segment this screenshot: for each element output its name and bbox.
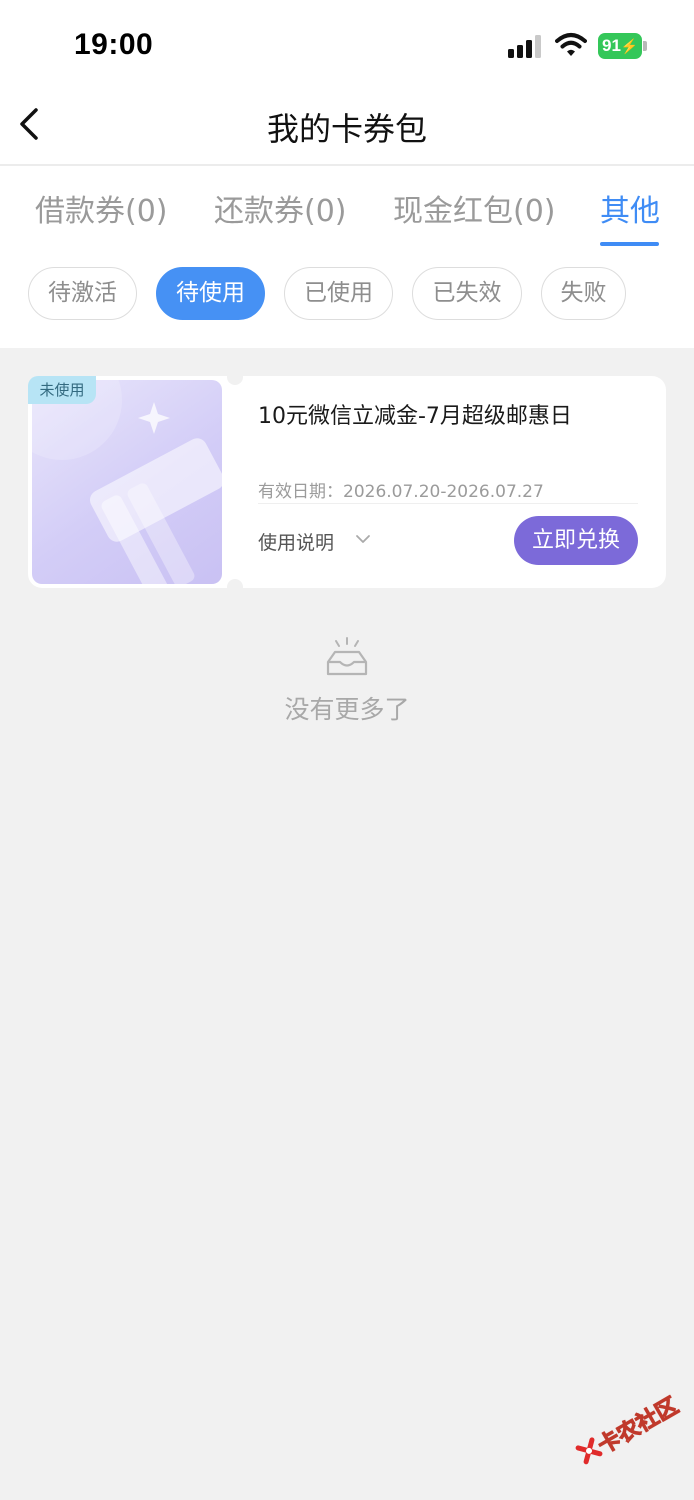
chevron-down-icon[interactable] — [355, 532, 371, 546]
filter-used[interactable]: 已使用 — [284, 267, 393, 320]
tab-other[interactable]: 其他 — [600, 186, 660, 230]
cellular-signal-icon — [508, 34, 544, 58]
battery-level: 91 — [602, 36, 621, 55]
status-time: 19:00 — [74, 28, 154, 61]
card-divider — [258, 503, 638, 504]
gift-illustration — [32, 380, 222, 584]
wifi-icon — [555, 33, 587, 56]
no-more-text: 没有更多了 — [284, 695, 410, 724]
coupon-card[interactable]: 10元微信立减金-7月超级邮惠日 有效日期：2026.07.20-2026.07… — [28, 376, 666, 588]
redeem-button[interactable]: 立即兑换 — [514, 516, 638, 565]
coupon-name: 10元微信立减金-7月超级邮惠日 — [258, 404, 572, 429]
watermark: 卡农社区 — [557, 1367, 683, 1478]
nav-divider — [0, 164, 694, 166]
page-title: 我的卡券包 — [266, 110, 427, 148]
usage-instructions-toggle[interactable]: 使用说明 — [258, 528, 334, 555]
battery-icon: 91⚡ — [598, 33, 648, 59]
tab-cash-red-packets[interactable]: 现金红包(0) — [393, 186, 556, 230]
tab-loan-coupons[interactable]: 借款券(0) — [35, 186, 168, 230]
tab-repayment-coupons[interactable]: 还款券(0) — [214, 186, 347, 230]
filter-expired[interactable]: 已失效 — [412, 267, 522, 320]
filter-pending-activation[interactable]: 待激活 — [28, 267, 137, 320]
active-tab-indicator — [600, 242, 659, 246]
coupon-validity: 有效日期：2026.07.20-2026.07.27 — [258, 482, 544, 502]
status-badge: 未使用 — [28, 376, 96, 404]
filter-to-be-used[interactable]: 待使用 — [156, 267, 265, 320]
card-notch-bottom — [227, 579, 243, 595]
watermark-text: 卡农社区 — [594, 1393, 684, 1460]
empty-tray-icon — [326, 637, 368, 676]
card-notch-top — [227, 369, 243, 385]
filter-failed[interactable]: 失败 — [541, 267, 626, 320]
